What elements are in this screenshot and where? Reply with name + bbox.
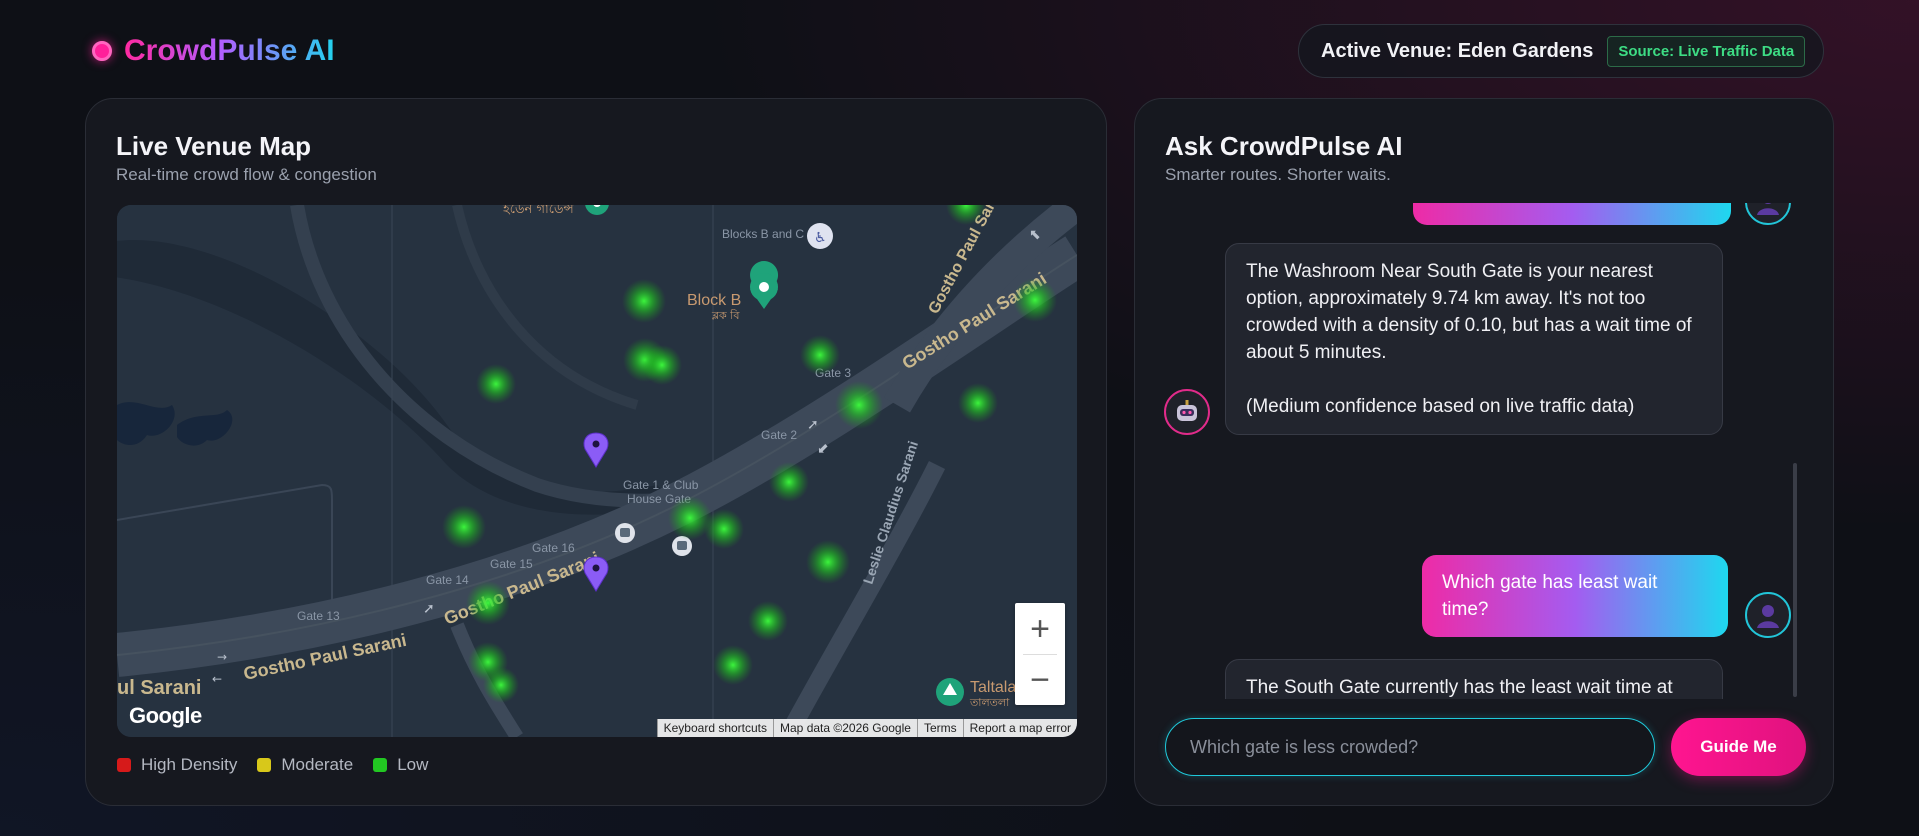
bot-avatar — [1164, 389, 1210, 435]
zoom-separator — [1023, 654, 1057, 655]
google-logo: Google — [129, 703, 202, 728]
accessibility-marker-icon[interactable]: ♿ — [807, 223, 833, 249]
svg-text:←: ← — [212, 672, 222, 686]
svg-text:➚: ➚ — [807, 417, 819, 433]
map-canvas[interactable]: ➚ ⬋ ➚ → ← ⬉ Gostho Paul Sarani Gostho Pa… — [117, 205, 1077, 737]
map-attribution: Keyboard shortcuts Map data ©2026 Google… — [656, 719, 1077, 737]
brand-dot-icon — [92, 41, 112, 61]
map-label-gate: Gate 1 & Club — [623, 478, 699, 492]
map-label-gate: Gate 2 — [761, 428, 797, 442]
legend-item-high: High Density — [117, 755, 237, 775]
active-venue-label: Active Venue: Eden Gardens — [1321, 39, 1594, 62]
user-avatar-icon — [1757, 203, 1779, 215]
zoom-in-button[interactable]: + — [1015, 603, 1065, 654]
legend-label: Moderate — [281, 755, 354, 774]
legend-swatch-low — [373, 758, 388, 772]
transit-marker-icon[interactable] — [615, 523, 635, 543]
map-zoom-control: + − — [1015, 603, 1065, 705]
map-label-block-b: Block B — [687, 292, 741, 309]
chat-message-user: Which gate has least wait time? — [1422, 555, 1728, 637]
keyboard-shortcuts-link[interactable]: Keyboard shortcuts — [656, 719, 774, 737]
svg-text:⬉: ⬉ — [1029, 227, 1041, 243]
map-label-gate: Gate 16 — [532, 541, 575, 555]
svg-text:➚: ➚ — [423, 601, 435, 617]
legend-swatch-high — [117, 758, 131, 772]
map-label-road: ul Sarani — [117, 677, 201, 699]
chat-panel-title: Ask CrowdPulse AI — [1165, 131, 1403, 161]
source-badge: Source: Live Traffic Data — [1607, 35, 1806, 67]
park-marker-icon[interactable] — [936, 678, 964, 706]
chat-panel-subtitle: Smarter routes. Shorter waits. — [1165, 165, 1391, 184]
chat-messages[interactable]: The Washroom Near South Gate is your nea… — [1135, 203, 1835, 699]
chat-message-user-previous — [1413, 203, 1731, 225]
user-avatar — [1745, 203, 1791, 225]
legend-swatch-moderate — [257, 758, 272, 772]
map-label-gate: Gate 14 — [426, 573, 469, 587]
legend-label: High Density — [141, 755, 238, 774]
map-label-blocks-bc: Blocks B and C — [722, 227, 804, 241]
guide-me-button[interactable]: Guide Me — [1671, 718, 1806, 776]
legend-item-low: Low — [373, 755, 428, 775]
map-panel-subtitle: Real-time crowd flow & congestion — [116, 165, 377, 184]
map-label-gate: Gate 15 — [490, 557, 533, 571]
zoom-out-button[interactable]: − — [1015, 654, 1065, 705]
venue-pill: Active Venue: Eden Gardens Source: Live … — [1298, 24, 1824, 78]
venue-map[interactable]: ➚ ⬋ ➚ → ← ⬉ Gostho Paul Sarani Gostho Pa… — [117, 205, 1077, 737]
map-label-taltala: Taltala — [970, 679, 1016, 696]
user-avatar — [1745, 592, 1791, 638]
svg-text:→: → — [217, 650, 227, 664]
chat-message-ai: The Washroom Near South Gate is your nea… — [1225, 243, 1723, 435]
svg-text:⬋: ⬋ — [817, 441, 829, 457]
report-map-error-link[interactable]: Report a map error — [962, 719, 1077, 737]
brand: CrowdPulse AI — [92, 34, 335, 68]
terms-link[interactable]: Terms — [916, 719, 963, 737]
map-panel-title: Live Venue Map — [116, 131, 312, 161]
legend-item-moderate: Moderate — [257, 755, 353, 775]
app-title: CrowdPulse AI — [124, 34, 335, 67]
map-label-taltala-bn: তালতলা — [969, 696, 1010, 709]
robot-avatar-icon — [1177, 400, 1197, 421]
map-panel: Live Venue Map Real-time crowd flow & co… — [85, 98, 1107, 806]
map-label-gate: Gate 13 — [297, 609, 340, 623]
chat-scrollbar[interactable] — [1793, 463, 1797, 697]
legend-label: Low — [397, 755, 429, 774]
svg-text:♿: ♿ — [814, 230, 827, 246]
density-legend: High Density Moderate Low — [117, 755, 428, 775]
map-label-eden-bn: ইডেন গার্ডেন্স — [502, 205, 575, 217]
map-data-label: Map data ©2026 Google — [773, 719, 917, 737]
map-label-block-b-bn: ব্লক বি — [711, 309, 740, 322]
chat-panel: Ask CrowdPulse AI Smarter routes. Shorte… — [1134, 98, 1834, 806]
chat-input[interactable] — [1165, 718, 1655, 776]
chat-message-ai: The South Gate currently has the least w… — [1225, 659, 1723, 699]
user-avatar-icon — [1757, 605, 1779, 628]
